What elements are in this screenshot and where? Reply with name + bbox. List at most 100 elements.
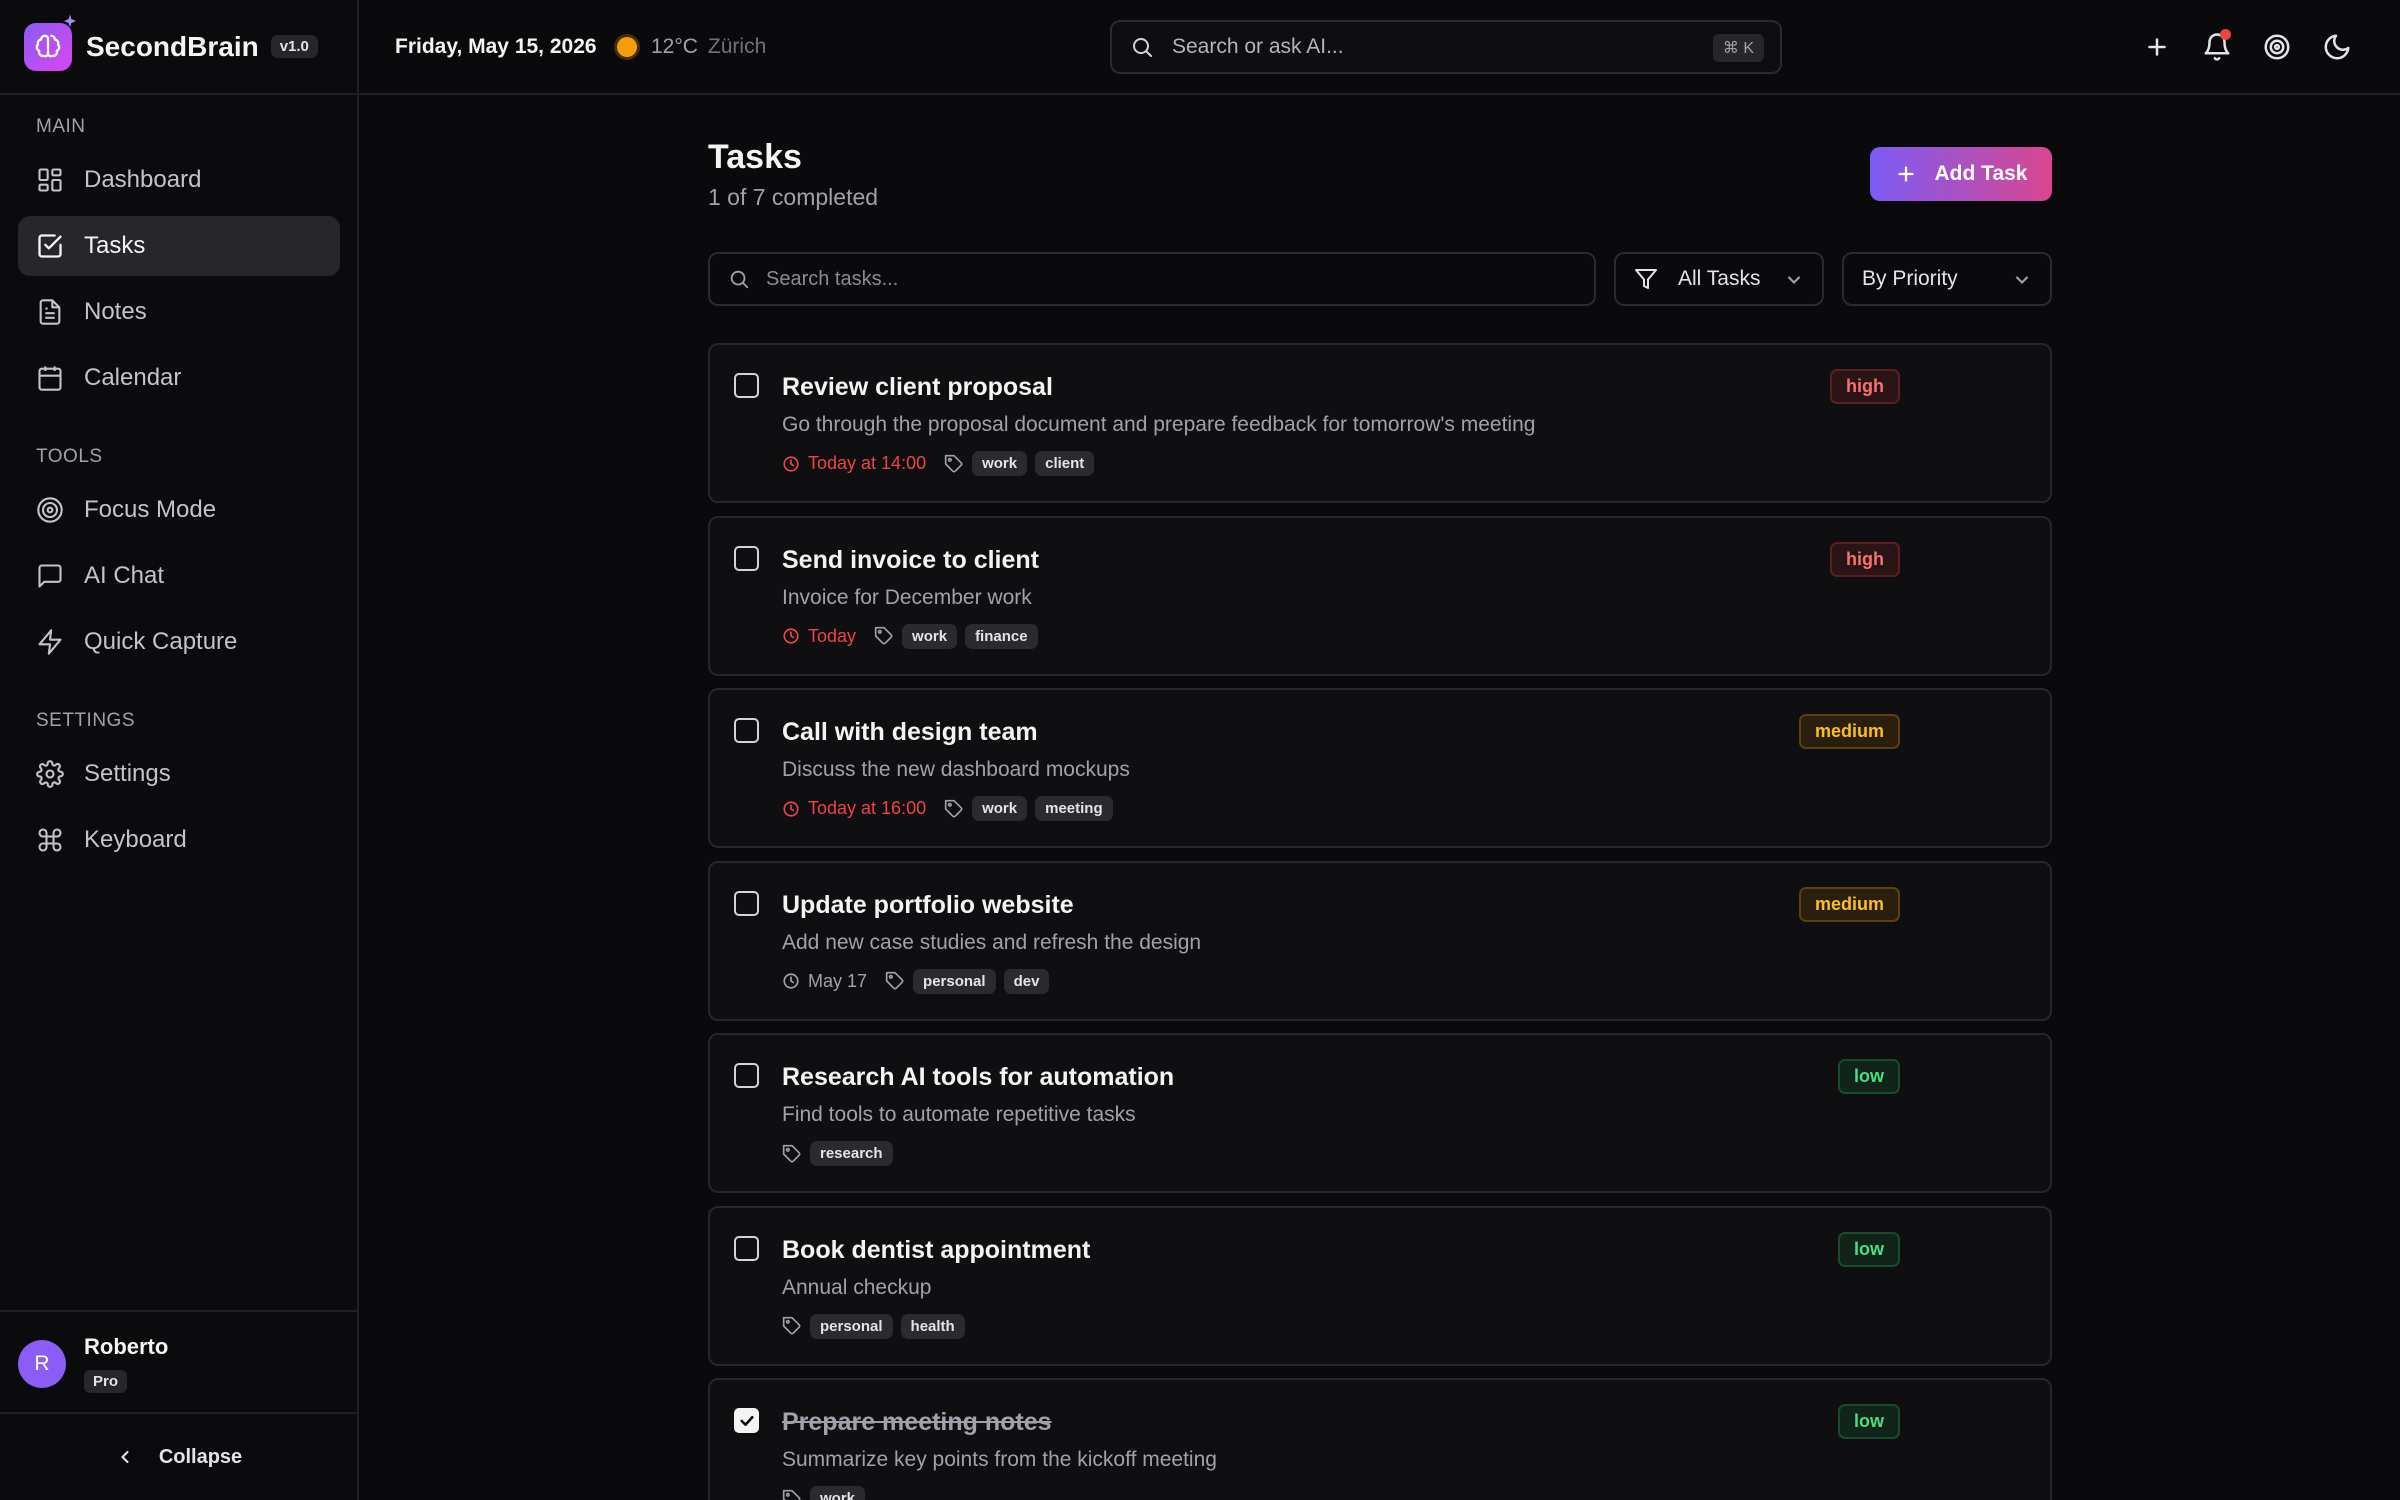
- app-name: SecondBrain: [86, 30, 259, 62]
- section-label-main: MAIN: [36, 116, 86, 137]
- task-tag[interactable]: research: [810, 1141, 893, 1166]
- sun-icon: [617, 37, 637, 57]
- task-card[interactable]: Update portfolio website Add new case stu…: [708, 860, 2052, 1021]
- task-description: Add new case studies and refresh the des…: [782, 930, 1202, 954]
- task-card[interactable]: Research AI tools for automation Find too…: [708, 1033, 2052, 1193]
- document-icon: [39, 299, 61, 325]
- task-tag[interactable]: work: [972, 796, 1028, 821]
- checkmark-icon: [739, 1415, 754, 1426]
- sidebar-item-label: Quick Capture: [84, 628, 238, 655]
- moon-icon[interactable]: [2322, 32, 2352, 62]
- task-tag[interactable]: work: [810, 1486, 866, 1500]
- brand: SecondBrain v1.0: [0, 0, 357, 95]
- due-text: Today: [808, 625, 857, 646]
- version-badge: v1.0: [270, 35, 318, 58]
- section-label-settings: SETTINGS: [36, 710, 136, 731]
- task-tag[interactable]: dev: [1003, 968, 1050, 994]
- task-title[interactable]: Update portfolio website: [782, 891, 1074, 920]
- avatar: R: [18, 1340, 66, 1388]
- filter-icon: [1635, 269, 1657, 289]
- task-filter-select[interactable]: All Tasks: [1614, 252, 1824, 306]
- task-checkbox[interactable]: [734, 1408, 759, 1433]
- search-icon: [1133, 38, 1152, 57]
- sidebar-item-quick-capture[interactable]: Quick Capture: [18, 612, 340, 672]
- user-name: Roberto: [84, 1334, 169, 1359]
- task-title[interactable]: Send invoice to client: [782, 546, 1039, 575]
- sidebar-item-notes[interactable]: Notes: [18, 282, 340, 342]
- sidebar-item-focus-mode[interactable]: Focus Mode: [18, 480, 340, 540]
- user-profile[interactable]: R Roberto Pro: [0, 1310, 357, 1414]
- tag-icon: [782, 1489, 801, 1500]
- task-card[interactable]: Send invoice to client Invoice for Decemb…: [708, 515, 2052, 676]
- sidebar-item-calendar[interactable]: Calendar: [18, 348, 340, 408]
- sort-value: By Priority: [1862, 267, 1958, 290]
- task-tag[interactable]: personal: [913, 968, 996, 994]
- due-date: Today: [782, 626, 856, 647]
- weather-widget: 12°C Zürich: [617, 35, 766, 59]
- task-meta: personal health: [782, 1313, 973, 1339]
- focus-target-icon[interactable]: [2262, 32, 2292, 62]
- task-title[interactable]: Review client proposal: [782, 373, 1053, 402]
- page-title: Tasks: [708, 138, 802, 176]
- task-list: Review client proposal Go through the pro…: [708, 343, 2052, 1500]
- task-card[interactable]: Call with design team Discuss the new das…: [708, 688, 2052, 848]
- task-tag[interactable]: client: [1035, 451, 1095, 476]
- task-meta: Today work finance: [782, 623, 1046, 649]
- chat-icon: [38, 564, 62, 588]
- bolt-icon: [38, 629, 62, 655]
- task-checkbox[interactable]: [734, 1063, 759, 1088]
- sidebar: SecondBrain v1.0 MAIN Dashboard Tasks No…: [0, 0, 359, 1500]
- sidebar-item-keyboard[interactable]: Keyboard: [18, 810, 340, 870]
- task-title[interactable]: Call with design team: [782, 718, 1038, 747]
- task-tag[interactable]: work: [972, 451, 1028, 476]
- task-sort-select[interactable]: By Priority: [1842, 252, 2052, 306]
- tag-icon: [782, 1144, 801, 1162]
- sidebar-item-label: Keyboard: [84, 826, 187, 853]
- priority-badge: low: [1838, 1059, 1900, 1094]
- due-text: Today at 14:00: [808, 453, 927, 473]
- sidebar-item-settings[interactable]: Settings: [18, 744, 340, 804]
- task-checkbox[interactable]: [734, 890, 759, 916]
- priority-badge: high: [1830, 369, 1900, 404]
- priority-badge: low: [1838, 1404, 1900, 1439]
- due-date: Today at 14:00: [782, 453, 926, 474]
- task-description: Annual checkup: [782, 1275, 932, 1299]
- task-card[interactable]: Prepare meeting notes Summarize key point…: [708, 1378, 2052, 1500]
- sidebar-item-ai-chat[interactable]: AI Chat: [18, 546, 340, 606]
- task-checkbox[interactable]: [734, 545, 759, 571]
- current-date: Friday, May 15, 2026: [395, 35, 597, 58]
- collapse-button[interactable]: Collapse: [0, 1414, 357, 1500]
- task-card[interactable]: Review client proposal Go through the pro…: [708, 343, 2052, 503]
- task-title[interactable]: Research AI tools for automation: [782, 1063, 1174, 1092]
- global-search-input[interactable]: Search or ask AI... ⌘ K: [1110, 20, 1782, 74]
- task-card[interactable]: Book dentist appointment Annual checkup pe…: [708, 1205, 2052, 1366]
- calendar-icon: [38, 366, 62, 391]
- clock-icon: [783, 973, 799, 989]
- task-meta: Today at 16:00 work meeting: [782, 796, 1121, 821]
- tag-icon: [874, 626, 893, 645]
- search-icon: [730, 270, 749, 289]
- sparkle-icon: [64, 13, 76, 28]
- task-meta: May 17 personal dev: [782, 968, 1057, 994]
- task-tag[interactable]: meeting: [1035, 796, 1113, 821]
- task-checkbox[interactable]: [734, 373, 759, 398]
- task-title[interactable]: Prepare meeting notes: [782, 1408, 1052, 1437]
- task-tag[interactable]: personal: [810, 1313, 893, 1339]
- task-title[interactable]: Book dentist appointment: [782, 1236, 1090, 1265]
- add-task-button[interactable]: Add Task: [1870, 147, 2052, 201]
- task-tag[interactable]: finance: [965, 623, 1038, 649]
- plus-icon[interactable]: [2142, 32, 2172, 62]
- sidebar-item-dashboard[interactable]: Dashboard: [18, 150, 340, 210]
- chevron-down-icon: [2015, 276, 2029, 284]
- sidebar-item-tasks[interactable]: Tasks: [18, 216, 340, 276]
- task-search-input[interactable]: Search tasks...: [708, 252, 1596, 306]
- completion-count: 1 of 7 completed: [708, 184, 879, 210]
- task-search-placeholder: Search tasks...: [766, 267, 899, 290]
- add-task-label: Add Task: [1934, 162, 2028, 185]
- task-tag[interactable]: work: [902, 623, 958, 649]
- task-description: Summarize key points from the kickoff me…: [782, 1448, 1217, 1471]
- task-checkbox[interactable]: [734, 718, 759, 743]
- task-tag[interactable]: health: [900, 1313, 965, 1339]
- tag-icon: [944, 454, 963, 472]
- task-checkbox[interactable]: [734, 1235, 759, 1261]
